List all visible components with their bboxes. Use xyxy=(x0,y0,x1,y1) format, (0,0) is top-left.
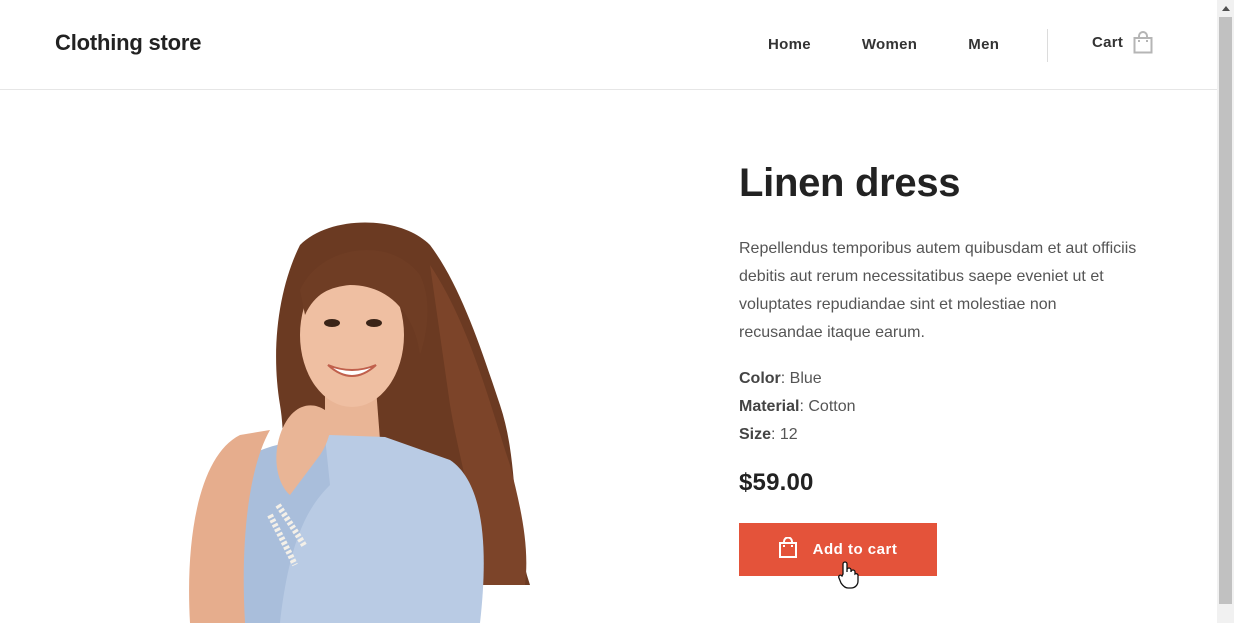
cart-label: Cart xyxy=(1092,34,1124,51)
attribute-name: Size xyxy=(739,426,772,443)
attribute-name: Color xyxy=(739,370,781,387)
nav-item-home[interactable]: Home xyxy=(768,36,811,53)
product-description: Repellendus temporibus autem quibusdam e… xyxy=(739,240,1137,341)
hand-pointer-cursor-icon xyxy=(838,561,860,594)
attribute-value: Cotton xyxy=(808,398,856,415)
page: Clothing store Home Women Men Cart Linen… xyxy=(0,0,1234,623)
vertical-scrollbar[interactable] xyxy=(1217,0,1234,623)
attribute-size: Size: 12 xyxy=(739,426,798,443)
attribute-material: Material: Cotton xyxy=(739,398,856,415)
site-header: Clothing store Home Women Men Cart xyxy=(0,0,1217,90)
cart-link[interactable]: Cart xyxy=(1092,31,1153,54)
nav-item-men[interactable]: Men xyxy=(968,36,999,53)
attribute-value: Blue xyxy=(789,370,822,387)
product-image xyxy=(130,205,550,623)
nav-divider xyxy=(1047,29,1048,62)
scrollbar-thumb[interactable] xyxy=(1219,17,1232,604)
shopping-bag-icon xyxy=(778,536,797,562)
main-nav: Home Women Men xyxy=(768,36,1050,53)
brand-logo-link[interactable]: Clothing store xyxy=(55,30,202,56)
shopping-bag-icon xyxy=(1133,31,1153,54)
product-details: Linen dress Repellendus temporibus autem… xyxy=(739,158,1139,497)
product-attributes: Color: Blue Material: Cotton Size: 12 xyxy=(739,365,1139,449)
add-to-cart-label: Add to cart xyxy=(812,541,898,558)
attribute-value: 12 xyxy=(779,426,798,443)
scroll-up-arrow-icon[interactable] xyxy=(1217,0,1234,17)
nav-item-women[interactable]: Women xyxy=(862,36,917,53)
product-title: Linen dress xyxy=(739,161,961,205)
product-price: $59.00 xyxy=(739,469,814,496)
attribute-name: Material xyxy=(739,398,800,415)
attribute-color: Color: Blue xyxy=(739,370,822,387)
